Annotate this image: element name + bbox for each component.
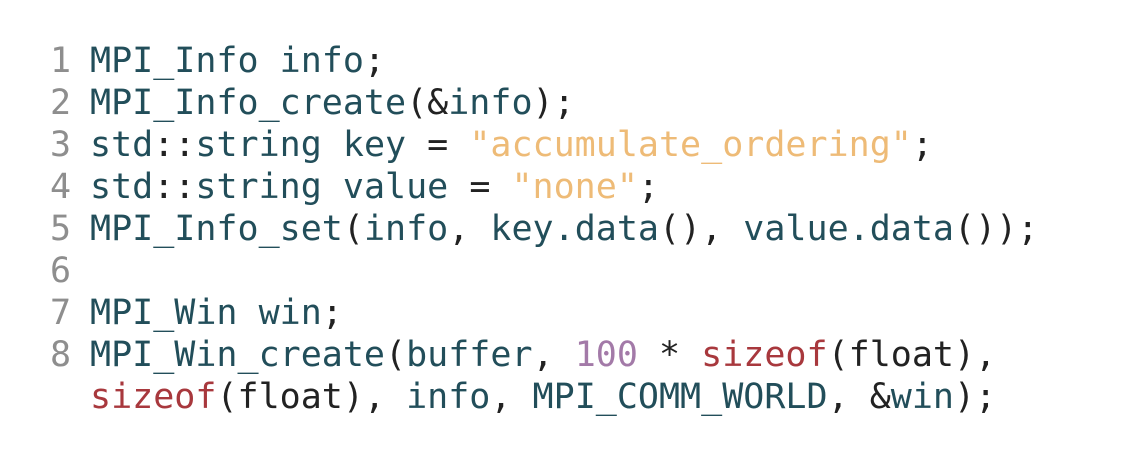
code-line: 6 bbox=[50, 250, 1038, 292]
code-token: info bbox=[406, 377, 491, 417]
line-number: 4 bbox=[50, 167, 72, 207]
code-token: MPI_COMM_WORLD bbox=[532, 377, 828, 417]
code-token: "accumulate_ordering" bbox=[469, 125, 912, 165]
code-token: (float), bbox=[827, 335, 997, 375]
code-line: sizeof(float), info, MPI_COMM_WORLD, &wi… bbox=[50, 376, 1038, 418]
code-token: ; bbox=[321, 293, 343, 333]
code-token: ; bbox=[363, 41, 386, 81]
code-token: (& bbox=[406, 83, 449, 123]
code-line: 7 MPI_Win win; bbox=[50, 292, 1038, 334]
code-token: = bbox=[427, 125, 470, 165]
code-token: std bbox=[90, 125, 154, 165]
code-token: MPI_Win_create bbox=[90, 335, 386, 375]
code-token: sizeof bbox=[701, 335, 828, 375]
line-number: 7 bbox=[50, 293, 72, 333]
code-line: 4 std::string value = "none"; bbox=[50, 166, 1038, 208]
code-token: , bbox=[490, 377, 533, 417]
code-line: 1 MPI_Info info; bbox=[50, 40, 1038, 82]
code-token: MPI_Info_create bbox=[90, 83, 407, 123]
code-token: ); bbox=[532, 83, 575, 123]
code-token: , bbox=[532, 335, 575, 375]
line-number: 5 bbox=[50, 209, 72, 249]
code-token: = bbox=[469, 167, 512, 207]
code-token: (), bbox=[658, 209, 744, 249]
code-block: 1 MPI_Info info; 2 MPI_Info_create(&info); 3… bbox=[50, 40, 1038, 418]
code-line: 5 MPI_Info_set(info, key.data(), value.da… bbox=[50, 208, 1038, 250]
code-token: sizeof bbox=[90, 377, 217, 417]
code-line: 2 MPI_Info_create(&info); bbox=[50, 82, 1038, 124]
code-line: 8 MPI_Win_create(buffer, 100 * sizeof(flo… bbox=[50, 334, 1038, 376]
code-token: buffer bbox=[406, 335, 533, 375]
code-token: :: bbox=[153, 167, 196, 207]
code-token: ( bbox=[342, 209, 364, 249]
code-token: string key bbox=[195, 125, 428, 165]
line-number: 3 bbox=[50, 125, 72, 165]
line-number: 6 bbox=[50, 251, 72, 291]
code-token: key.data bbox=[490, 209, 659, 249]
code-token: std bbox=[90, 167, 154, 207]
code-token: , bbox=[448, 209, 491, 249]
code-token: info bbox=[363, 209, 449, 249]
code-token: MPI_Info info bbox=[90, 41, 364, 81]
line-number: 8 bbox=[50, 335, 72, 375]
code-token: win bbox=[890, 377, 954, 417]
line-number: 1 bbox=[50, 41, 72, 81]
code-token: "none" bbox=[511, 167, 638, 207]
code-token: * bbox=[637, 335, 702, 375]
code-token: value.data bbox=[743, 209, 954, 249]
code-token: ; bbox=[637, 167, 659, 207]
code-token: ( bbox=[385, 335, 407, 375]
code-token: info bbox=[448, 83, 533, 123]
code-token: :: bbox=[153, 125, 196, 165]
code-token: ()); bbox=[954, 209, 1039, 249]
code-token: ; bbox=[911, 125, 933, 165]
code-token: (float), bbox=[216, 377, 407, 417]
line-number: 2 bbox=[50, 83, 72, 123]
code-token: string value bbox=[195, 167, 470, 207]
code-line: 3 std::string key = "accumulate_ordering"… bbox=[50, 124, 1038, 166]
code-token: MPI_Info_set bbox=[90, 209, 343, 249]
code-token: 100 bbox=[574, 335, 638, 375]
code-token: , & bbox=[827, 377, 891, 417]
code-token: MPI_Win win bbox=[90, 293, 322, 333]
code-token: ); bbox=[954, 377, 997, 417]
